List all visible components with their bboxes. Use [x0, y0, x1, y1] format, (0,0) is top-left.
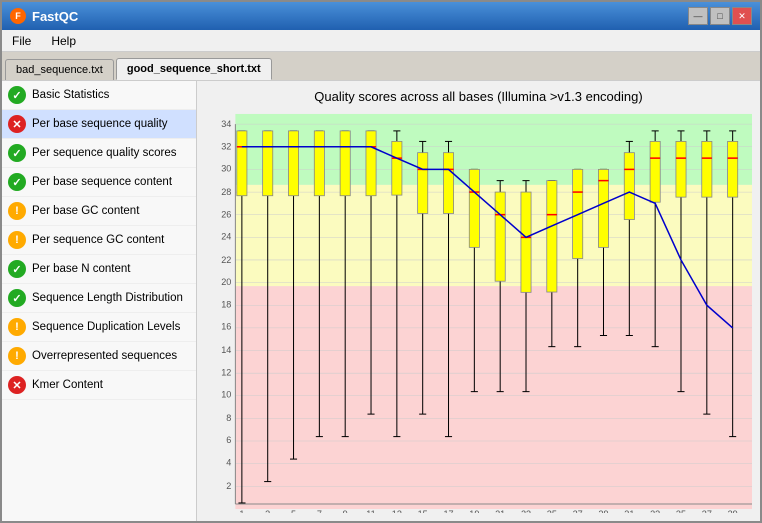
sidebar-item-seq-dup[interactable]: ! Sequence Duplication Levels	[2, 313, 196, 342]
tab-bad-sequence[interactable]: bad_sequence.txt	[5, 59, 114, 80]
svg-text:39: 39	[728, 509, 738, 513]
svg-text:13: 13	[392, 509, 402, 513]
menu-help[interactable]: Help	[45, 32, 82, 50]
svg-text:31: 31	[624, 509, 634, 513]
svg-text:33: 33	[650, 509, 660, 513]
svg-text:22: 22	[221, 255, 231, 265]
status-icon-fail: ✕	[8, 115, 26, 133]
svg-text:35: 35	[676, 509, 686, 513]
sidebar-label-basic-statistics: Basic Statistics	[32, 89, 109, 101]
minimize-button[interactable]: —	[688, 7, 708, 25]
svg-text:17: 17	[443, 509, 453, 513]
main-content: ✓ Basic Statistics ✕ Per base sequence q…	[2, 80, 760, 521]
sidebar-item-per-base-n[interactable]: ✓ Per base N content	[2, 255, 196, 284]
svg-text:9: 9	[343, 509, 348, 513]
svg-text:26: 26	[221, 209, 231, 219]
sidebar-label-per-sequence-quality: Per sequence quality scores	[32, 147, 176, 159]
menu-bar: File Help	[2, 30, 760, 52]
status-icon-ok-5: ✓	[8, 289, 26, 307]
chart-svg: 34 32 30 28 26	[205, 110, 752, 513]
status-icon-warn-3: !	[8, 318, 26, 336]
status-icon-warn-4: !	[8, 347, 26, 365]
sidebar-label-seq-dup: Sequence Duplication Levels	[32, 321, 180, 333]
svg-text:10: 10	[221, 390, 231, 400]
title-bar-left: F FastQC	[10, 8, 78, 24]
sidebar-item-seq-length[interactable]: ✓ Sequence Length Distribution	[2, 284, 196, 313]
sidebar-item-per-sequence-quality[interactable]: ✓ Per sequence quality scores	[2, 139, 196, 168]
chart-title: Quality scores across all bases (Illumin…	[205, 89, 752, 104]
sidebar-label-per-base-quality: Per base sequence quality	[32, 118, 168, 130]
svg-text:21: 21	[495, 509, 505, 513]
menu-file[interactable]: File	[6, 32, 37, 50]
sidebar-label-per-base-n: Per base N content	[32, 263, 130, 275]
svg-text:2: 2	[226, 481, 231, 491]
svg-text:5: 5	[291, 509, 296, 513]
sidebar-label-overrep: Overrepresented sequences	[32, 350, 177, 362]
sidebar-label-per-base-content: Per base sequence content	[32, 176, 172, 188]
svg-text:12: 12	[221, 367, 231, 377]
svg-text:19: 19	[469, 509, 479, 513]
svg-text:27: 27	[573, 509, 583, 513]
maximize-button[interactable]: □	[710, 7, 730, 25]
chart-area: Quality scores across all bases (Illumin…	[197, 81, 760, 521]
status-icon-ok-2: ✓	[8, 144, 26, 162]
svg-text:6: 6	[226, 435, 231, 445]
sidebar-label-kmer: Kmer Content	[32, 379, 103, 391]
svg-text:25: 25	[547, 509, 557, 513]
sidebar-item-per-base-content[interactable]: ✓ Per base sequence content	[2, 168, 196, 197]
status-icon-ok-3: ✓	[8, 173, 26, 191]
chart-plot-wrapper: 34 32 30 28 26	[205, 110, 752, 513]
status-icon-fail-2: ✕	[8, 376, 26, 394]
sidebar-item-per-base-quality[interactable]: ✕ Per base sequence quality	[2, 110, 196, 139]
sidebar-item-overrep[interactable]: ! Overrepresented sequences	[2, 342, 196, 371]
sidebar-item-kmer[interactable]: ✕ Kmer Content	[2, 371, 196, 400]
svg-text:32: 32	[221, 141, 231, 151]
title-bar: F FastQC — □ ✕	[2, 2, 760, 30]
sidebar-item-per-base-gc[interactable]: ! Per base GC content	[2, 197, 196, 226]
status-icon-ok: ✓	[8, 86, 26, 104]
sidebar-item-basic-statistics[interactable]: ✓ Basic Statistics	[2, 81, 196, 110]
svg-text:15: 15	[418, 509, 428, 513]
svg-text:16: 16	[221, 322, 231, 332]
status-icon-warn: !	[8, 202, 26, 220]
svg-text:29: 29	[598, 509, 608, 513]
status-icon-ok-4: ✓	[8, 260, 26, 278]
main-window: F FastQC — □ ✕ File Help bad_sequence.tx…	[0, 0, 762, 523]
svg-text:1: 1	[239, 509, 244, 513]
sidebar-label-per-seq-gc: Per sequence GC content	[32, 234, 164, 246]
status-icon-warn-2: !	[8, 231, 26, 249]
svg-text:7: 7	[317, 509, 322, 513]
svg-text:30: 30	[221, 164, 231, 174]
sidebar-item-per-seq-gc[interactable]: ! Per sequence GC content	[2, 226, 196, 255]
svg-text:23: 23	[521, 509, 531, 513]
window-controls: — □ ✕	[688, 7, 752, 25]
svg-text:28: 28	[221, 187, 231, 197]
svg-text:14: 14	[221, 345, 231, 355]
sidebar: ✓ Basic Statistics ✕ Per base sequence q…	[2, 81, 197, 521]
svg-text:20: 20	[221, 277, 231, 287]
tab-good-sequence[interactable]: good_sequence_short.txt	[116, 58, 272, 80]
app-title: FastQC	[32, 9, 78, 24]
sidebar-label-per-base-gc: Per base GC content	[32, 205, 139, 217]
app-icon: F	[10, 8, 26, 24]
tab-bar: bad_sequence.txt good_sequence_short.txt	[2, 52, 760, 80]
svg-text:3: 3	[265, 509, 270, 513]
svg-text:34: 34	[221, 119, 231, 129]
svg-text:18: 18	[221, 299, 231, 309]
svg-text:11: 11	[366, 509, 375, 513]
svg-text:37: 37	[702, 509, 712, 513]
close-button[interactable]: ✕	[732, 7, 752, 25]
sidebar-label-seq-length: Sequence Length Distribution	[32, 292, 183, 304]
svg-text:4: 4	[226, 457, 231, 467]
svg-text:24: 24	[221, 232, 231, 242]
svg-text:8: 8	[226, 413, 231, 423]
